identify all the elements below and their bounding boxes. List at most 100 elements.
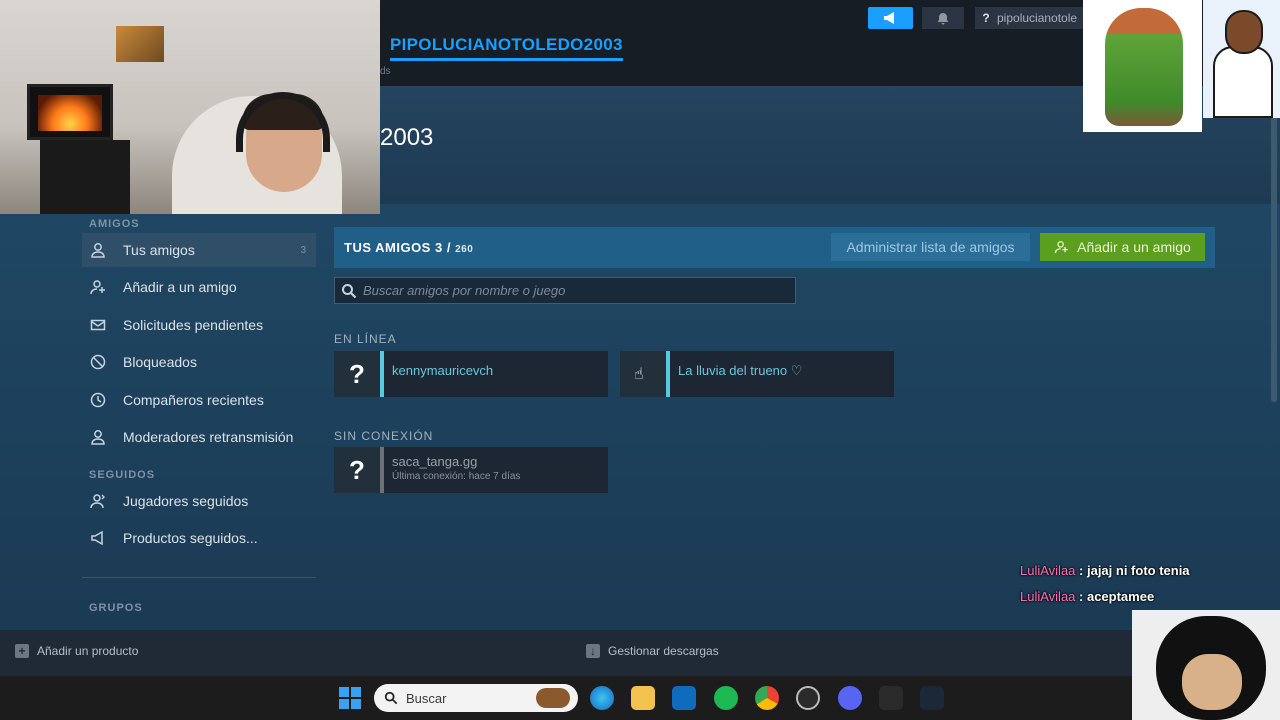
- friend-name: kennymauricevch: [392, 363, 494, 378]
- friends-title-label: TUS AMIGOS: [344, 240, 431, 255]
- friends-list-header: TUS AMIGOS 3 / 260 Administrar lista de …: [334, 227, 1215, 268]
- sidebar-item-label: Moderadores retransmisión: [123, 429, 294, 445]
- overlay-doctor-image: [1203, 0, 1280, 118]
- chrome-icon[interactable]: [755, 686, 779, 710]
- sidebar-item-label: Productos seguidos...: [123, 530, 258, 546]
- sidebar-section-friends: AMIGOS: [89, 218, 140, 230]
- overlay-face-image: [1132, 610, 1280, 720]
- person-icon: [90, 242, 106, 258]
- sidebar-section-followed: SEGUIDOS: [89, 469, 156, 481]
- friend-info: kennymauricevch: [384, 351, 493, 397]
- edge-icon[interactable]: [590, 686, 614, 710]
- friend-card[interactable]: ? saca_tanga.gg Última conexión: hace 7 …: [334, 447, 608, 493]
- person-icon: [90, 429, 106, 445]
- obs-icon[interactable]: [796, 686, 820, 710]
- friend-card[interactable]: ? kennymauricevch: [334, 351, 608, 397]
- friend-search-input[interactable]: [363, 278, 795, 303]
- cartoon-face: [1225, 10, 1263, 54]
- sidebar-item-label: Solicitudes pendientes: [123, 317, 264, 333]
- overlay-character-image: [1083, 0, 1202, 132]
- blocked-icon: [90, 354, 106, 370]
- add-product-button[interactable]: + Añadir un producto: [15, 644, 138, 658]
- account-name: pipolucianotole: [997, 11, 1078, 25]
- follow-person-icon: [90, 493, 106, 509]
- subnav-fragment: ds: [380, 66, 391, 77]
- manage-friends-button[interactable]: Administrar lista de amigos: [831, 233, 1030, 261]
- sidebar-item-add-friend[interactable]: Añadir a un amigo: [82, 270, 316, 304]
- friends-separator: /: [446, 240, 451, 255]
- windows-taskbar: Buscar: [0, 676, 1280, 720]
- friend-search: [334, 277, 796, 304]
- sidebar-section-groups: GRUPOS: [89, 602, 143, 614]
- search-highlight-icon: [536, 688, 570, 708]
- megaphone-icon: [883, 12, 894, 24]
- download-icon: ↓: [586, 644, 600, 658]
- file-explorer-icon[interactable]: [631, 686, 655, 710]
- chat-message: LuliAvilaa : aceptamee: [1020, 589, 1154, 604]
- sidebar-item-label: Añadir a un amigo: [123, 279, 237, 295]
- spotify-icon[interactable]: [714, 686, 738, 710]
- friend-name: saca_tanga.gg: [392, 454, 478, 469]
- chat-username: LuliAvilaa: [1020, 563, 1076, 578]
- sidebar-item-label: Jugadores seguidos: [123, 493, 249, 509]
- sidebar-item-recent-players[interactable]: Compañeros recientes: [82, 383, 316, 417]
- sidebar-divider: [82, 577, 316, 578]
- discord-icon[interactable]: [838, 686, 862, 710]
- sidebar-item-label: Tus amigos: [123, 242, 195, 258]
- windows-start-icon[interactable]: [339, 687, 361, 709]
- epic-games-icon[interactable]: [879, 686, 903, 710]
- friend-info: La lluvia del trueno ♡: [670, 351, 802, 397]
- cartoon-figure: [1105, 8, 1183, 126]
- steam-bottom-bar: + Añadir un producto ↓ Gestionar descarg…: [0, 630, 1280, 676]
- friends-title: TUS AMIGOS 3 / 260: [344, 240, 473, 255]
- envelope-icon: [90, 317, 106, 333]
- taskbar-search[interactable]: Buscar: [374, 684, 578, 712]
- friend-card[interactable]: La lluvia del trueno ♡: [620, 351, 894, 397]
- outlook-icon[interactable]: [672, 686, 696, 710]
- friend-info: saca_tanga.gg Última conexión: hace 7 dí…: [384, 447, 520, 493]
- chat-text: : aceptamee: [1075, 589, 1155, 604]
- fireplace-image: [38, 95, 102, 131]
- chat-text: : jajaj ni foto tenia: [1075, 563, 1190, 578]
- last-online: Última conexión: hace 7 días: [392, 471, 521, 482]
- hero-title: 2003: [380, 124, 434, 151]
- webcam-overlay: [0, 0, 380, 214]
- clock-icon: [90, 392, 106, 408]
- sidebar-item-followed-players[interactable]: Jugadores seguidos: [82, 484, 316, 518]
- add-product-label: Añadir un producto: [37, 644, 139, 658]
- plus-icon: +: [15, 644, 29, 658]
- desk: [40, 140, 130, 214]
- sidebar-item-your-friends[interactable]: Tus amigos 3: [82, 233, 316, 267]
- online-group-label: EN LÍNEA: [334, 332, 397, 346]
- announcements-button[interactable]: [868, 7, 913, 29]
- friends-limit: 260: [455, 244, 474, 255]
- sidebar-item-pending-requests[interactable]: Solicitudes pendientes: [82, 308, 316, 342]
- profile-name-tab[interactable]: PIPOLUCIANOTOLEDO2003: [390, 35, 623, 61]
- add-person-icon: [90, 279, 106, 295]
- hand-cursor-icon: ☝: [634, 366, 644, 383]
- add-friend-button[interactable]: Añadir a un amigo: [1040, 233, 1205, 261]
- sidebar-item-broadcast-moderators[interactable]: Moderadores retransmisión: [82, 420, 316, 454]
- friends-count: 3: [434, 240, 443, 255]
- chat-message: LuliAvilaa : jajaj ni foto tenia: [1020, 563, 1190, 578]
- account-menu[interactable]: ? pipolucianotole: [975, 7, 1085, 29]
- sidebar-item-label: Bloqueados: [123, 354, 197, 370]
- notifications-button[interactable]: [922, 7, 964, 29]
- search-icon: [335, 283, 363, 299]
- friend-count-badge: 3: [300, 244, 306, 256]
- sidebar-item-blocked[interactable]: Bloqueados: [82, 345, 316, 379]
- cartoon-coat: [1213, 46, 1273, 118]
- add-person-icon: [1054, 240, 1069, 254]
- taskbar-search-label: Buscar: [406, 690, 447, 706]
- search-icon: [384, 691, 398, 705]
- manage-downloads-button[interactable]: ↓ Gestionar descargas: [586, 644, 719, 658]
- steam-icon[interactable]: [920, 686, 944, 710]
- default-avatar: ?: [334, 351, 380, 397]
- default-avatar: ?: [334, 447, 380, 493]
- sidebar-item-followed-products[interactable]: Productos seguidos...: [82, 521, 316, 555]
- add-friend-label: Añadir a un amigo: [1077, 239, 1191, 255]
- megaphone-icon: [90, 530, 106, 546]
- scrollbar[interactable]: [1271, 96, 1277, 402]
- wall-poster: [116, 26, 164, 62]
- account-avatar: ?: [982, 11, 990, 25]
